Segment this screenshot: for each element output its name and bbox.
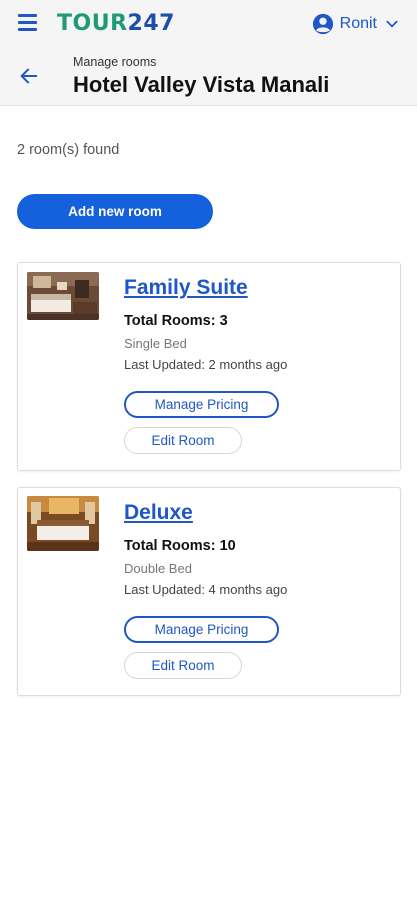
manage-pricing-button[interactable]: Manage Pricing xyxy=(124,391,279,418)
manage-pricing-button[interactable]: Manage Pricing xyxy=(124,616,279,643)
page-title: Hotel Valley Vista Manali xyxy=(73,72,330,97)
user-menu[interactable]: Ronit xyxy=(312,13,399,35)
last-updated: Last Updated: 2 months ago xyxy=(124,357,288,372)
room-card: Family Suite Total Rooms: 3 Single Bed L… xyxy=(17,262,401,471)
chevron-down-icon xyxy=(386,20,398,28)
bed-type: Single Bed xyxy=(124,336,187,351)
total-rooms: Total Rooms: 10 xyxy=(124,538,236,554)
top-app-bar: TOUR247 Ronit xyxy=(0,0,417,50)
tour247-logo[interactable]: TOUR247 xyxy=(57,11,175,36)
room-card: Deluxe Total Rooms: 10 Double Bed Last U… xyxy=(17,487,401,696)
page-header: Manage rooms Hotel Valley Vista Manali xyxy=(0,50,417,106)
room-thumbnail xyxy=(27,496,99,551)
arrow-left-icon[interactable] xyxy=(18,65,40,87)
last-updated: Last Updated: 4 months ago xyxy=(124,582,288,597)
room-name-link[interactable]: Deluxe xyxy=(124,501,193,525)
user-name: Ronit xyxy=(339,15,377,32)
account-circle-icon xyxy=(312,13,333,35)
room-count-text: 2 room(s) found xyxy=(17,142,120,158)
room-name-link[interactable]: Family Suite xyxy=(124,276,248,300)
edit-room-button[interactable]: Edit Room xyxy=(124,427,242,454)
add-new-room-button[interactable]: Add new room xyxy=(17,194,213,229)
hamburger-menu-icon[interactable] xyxy=(18,14,38,34)
breadcrumb: Manage rooms xyxy=(73,55,157,69)
bed-type: Double Bed xyxy=(124,561,192,576)
logo-text-tour: TOUR xyxy=(57,11,128,36)
logo-text-247: 247 xyxy=(127,11,175,36)
total-rooms: Total Rooms: 3 xyxy=(124,313,228,329)
room-thumbnail xyxy=(27,272,99,320)
edit-room-button[interactable]: Edit Room xyxy=(124,652,242,679)
